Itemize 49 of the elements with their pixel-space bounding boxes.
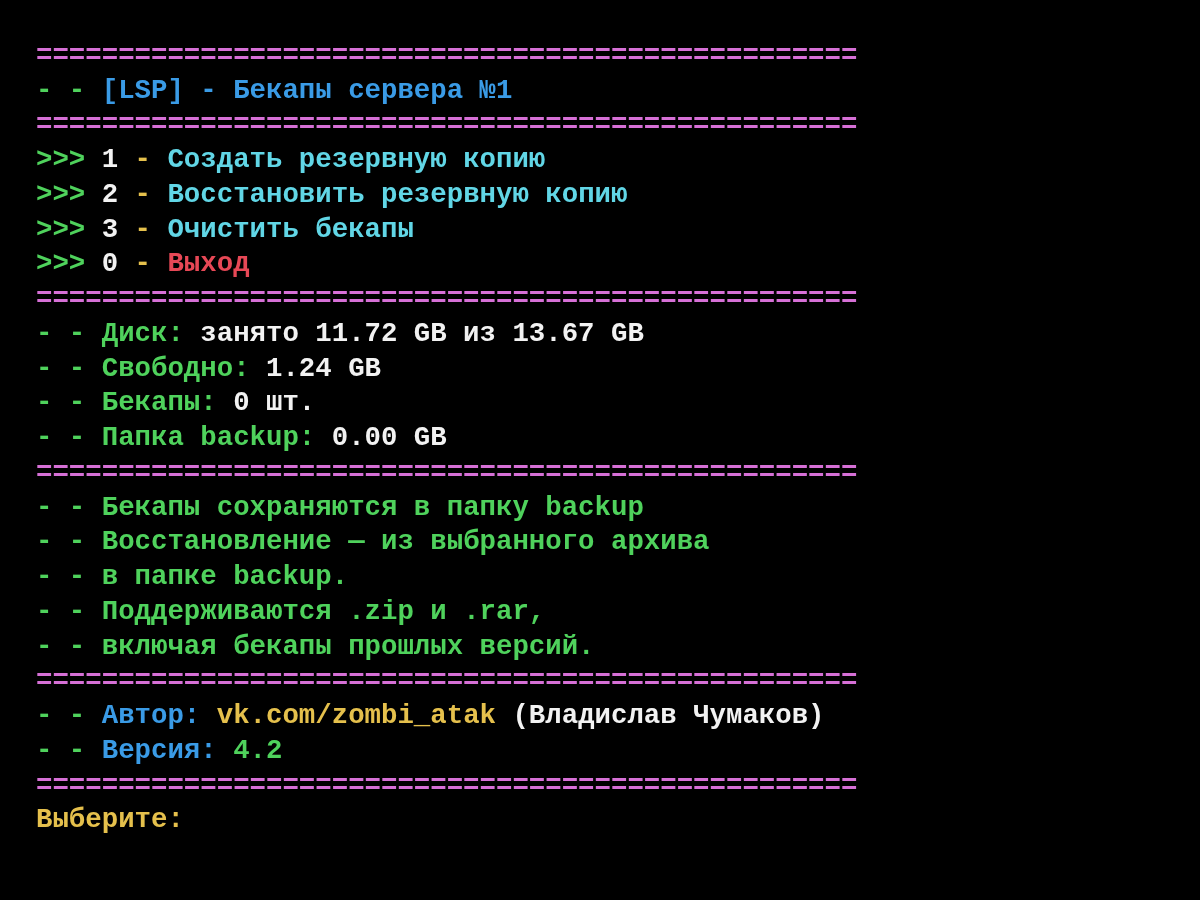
prompt-marker: >>> [36,212,86,247]
dash-prefix: - - [36,733,86,768]
prompt-marker: >>> [36,247,86,282]
dash-prefix: - - [36,490,86,525]
input-prompt: Выберите: [36,803,184,838]
separator-line: ================================================== [36,38,858,73]
info-value: занято 11.72 GB из 13.67 GB [200,316,644,351]
info-label: Автор: [101,699,201,734]
dash-prefix: - - [36,699,86,734]
menu-number: 1 [101,143,119,178]
prompt-marker: >>> [36,143,86,178]
separator-line: ================================================== [36,768,858,803]
menu-dash: - [134,177,151,212]
menu-number: 2 [101,177,119,212]
separator-line: ================================================== [36,282,858,317]
dash-prefix: - - [36,525,86,560]
info-label: Папка backup: [101,421,316,456]
note-text: Бекапы сохраняются в папку backup [101,490,644,525]
info-label: Диск: [101,316,184,351]
separator-line: ================================================== [36,455,858,490]
dash-prefix: - - [36,421,86,456]
menu-number: 3 [101,212,119,247]
prompt-marker: >>> [36,177,86,212]
separator-line: ================================================== [36,664,858,699]
info-label: Бекапы: [101,386,217,421]
dash-prefix: - - [36,351,86,386]
note-text: включая бекапы прошлых версий. [101,629,595,664]
info-value: vk.com/zombi_atak [216,699,496,734]
dash-prefix: - - [36,560,86,595]
info-label: Версия: [101,733,217,768]
dash-prefix: - - [36,594,86,629]
menu-dash: - [134,143,151,178]
info-value: 4.2 [233,733,283,768]
menu-dash: - [134,247,151,282]
menu-dash: - [134,212,151,247]
note-text: Восстановление — из выбранного архива [101,525,710,560]
dash-prefix: - - [36,386,86,421]
info-value: 0.00 GB [331,421,447,456]
dash-prefix: - - [36,316,86,351]
info-value: 0 шт. [233,386,316,421]
info-label: Свободно: [101,351,250,386]
menu-number: 0 [101,247,119,282]
info-value: 1.24 GB [266,351,381,386]
dash-prefix: - - [36,73,86,108]
note-text: Поддерживаются .zip и .rar, [101,594,546,629]
dash-prefix: - - [36,629,86,664]
note-text: в папке backup. [101,560,349,595]
app-title: [LSP] - Бекапы сервера №1 [101,73,513,108]
author-name: (Владислав Чумаков) [512,699,825,734]
